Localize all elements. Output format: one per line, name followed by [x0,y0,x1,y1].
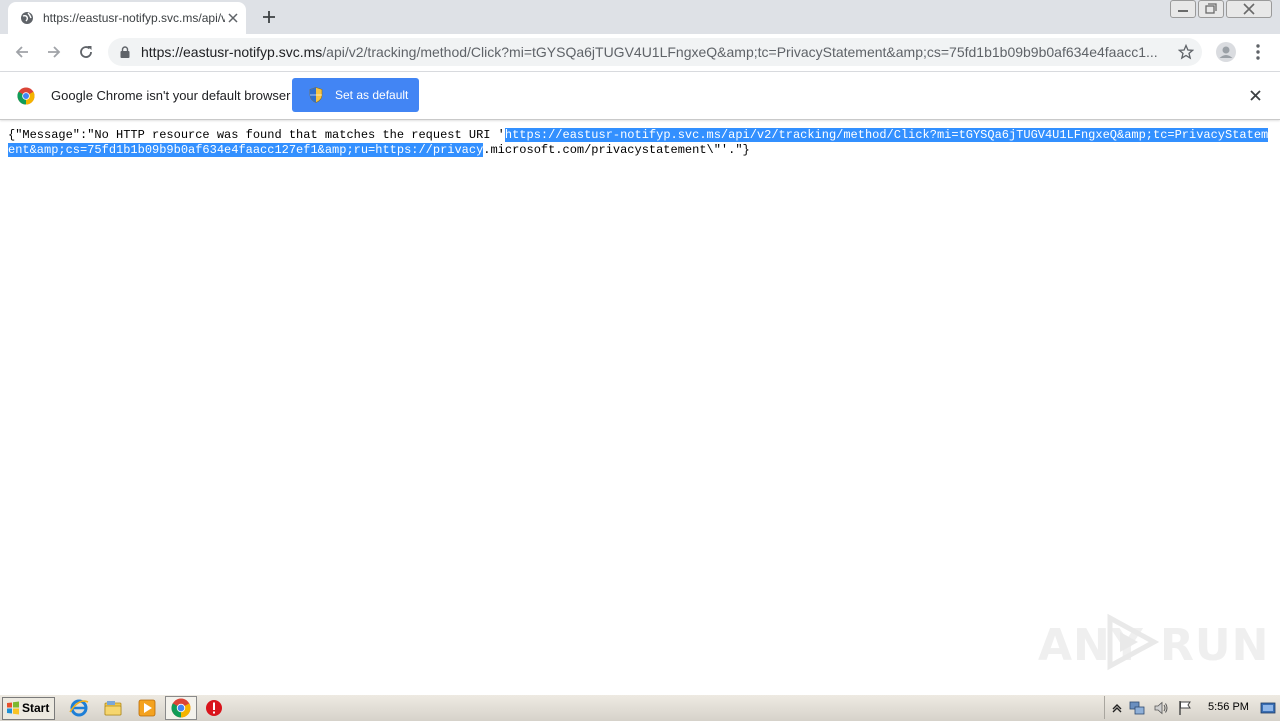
address-bar-url[interactable]: https://eastusr-notifyp.svc.ms/api/v2/tr… [141,44,1171,60]
minimize-button[interactable] [1170,0,1196,18]
url-host: https://eastusr-notifyp.svc.ms [141,44,323,60]
message-text-end: .microsoft.com/privacystatement\"'."} [483,143,750,157]
set-as-default-button[interactable]: Set as default [292,78,419,112]
system-tray [1104,696,1280,719]
address-bar[interactable]: https://eastusr-notifyp.svc.ms/api/v2/tr… [108,38,1202,66]
play-icon [1107,613,1160,671]
reload-icon[interactable] [77,43,95,61]
star-icon[interactable] [1178,44,1194,60]
clock[interactable]: 5:56 PM [1208,701,1249,713]
arrow-left-icon[interactable] [13,43,31,61]
default-browser-infobar: Google Chrome isn't your default browser… [0,72,1280,120]
taskbar: Start 5:56 PM [0,694,1280,721]
json-error-message[interactable]: {"Message":"No HTTP resource was found t… [8,128,1272,158]
anyrun-watermark: ANY RUN [1038,606,1268,672]
lock-icon[interactable] [120,46,130,58]
chrome-icon [17,87,35,105]
globe-icon [21,12,33,24]
watermark-text-right: RUN [1160,620,1270,671]
minimize-icon [1178,10,1188,12]
infobar-message: Google Chrome isn't your default browser [51,88,291,103]
set-as-default-label: Set as default [335,88,409,102]
media-player-icon[interactable] [137,698,157,718]
show-desktop-icon[interactable] [1260,700,1276,716]
url-path: /api/v2/tracking/method/Click?mi=tGYSQa6… [322,44,1158,60]
network-icon[interactable] [1129,700,1145,716]
show-hidden-icon[interactable] [1109,700,1125,716]
stop-icon[interactable] [204,698,224,718]
tab-strip: https://eastusr-notifyp.svc.ms/api/v2/tr… [0,0,1280,34]
tab-title: https://eastusr-notifyp.svc.ms/api/v2/tr… [43,11,225,25]
restore-icon [1205,3,1217,14]
browser-tab[interactable]: https://eastusr-notifyp.svc.ms/api/v2/tr… [8,2,246,34]
start-button[interactable]: Start [2,697,55,720]
explorer-icon[interactable] [103,698,123,718]
ie-icon[interactable] [69,698,89,718]
kebab-menu-icon[interactable] [1254,43,1262,61]
windows-flag-icon [7,701,19,715]
arrow-right-icon[interactable] [45,43,63,61]
tab-close-icon[interactable] [226,11,240,25]
start-label: Start [22,701,50,715]
restore-button[interactable] [1198,0,1224,18]
chrome-taskbar-button[interactable] [165,696,197,720]
new-tab-icon[interactable] [261,9,277,25]
browser-toolbar: https://eastusr-notifyp.svc.ms/api/v2/tr… [0,34,1280,72]
shield-icon [309,87,323,103]
profile-icon[interactable] [1216,42,1236,62]
window-controls [1168,0,1272,18]
volume-icon[interactable] [1153,700,1169,716]
close-icon [1243,3,1255,15]
window-close-button[interactable] [1226,0,1272,18]
message-text: {"Message":"No HTTP resource was found t… [8,128,505,142]
flag-icon[interactable] [1177,700,1193,716]
chrome-icon [171,698,191,718]
infobar-close-icon[interactable] [1249,89,1262,102]
